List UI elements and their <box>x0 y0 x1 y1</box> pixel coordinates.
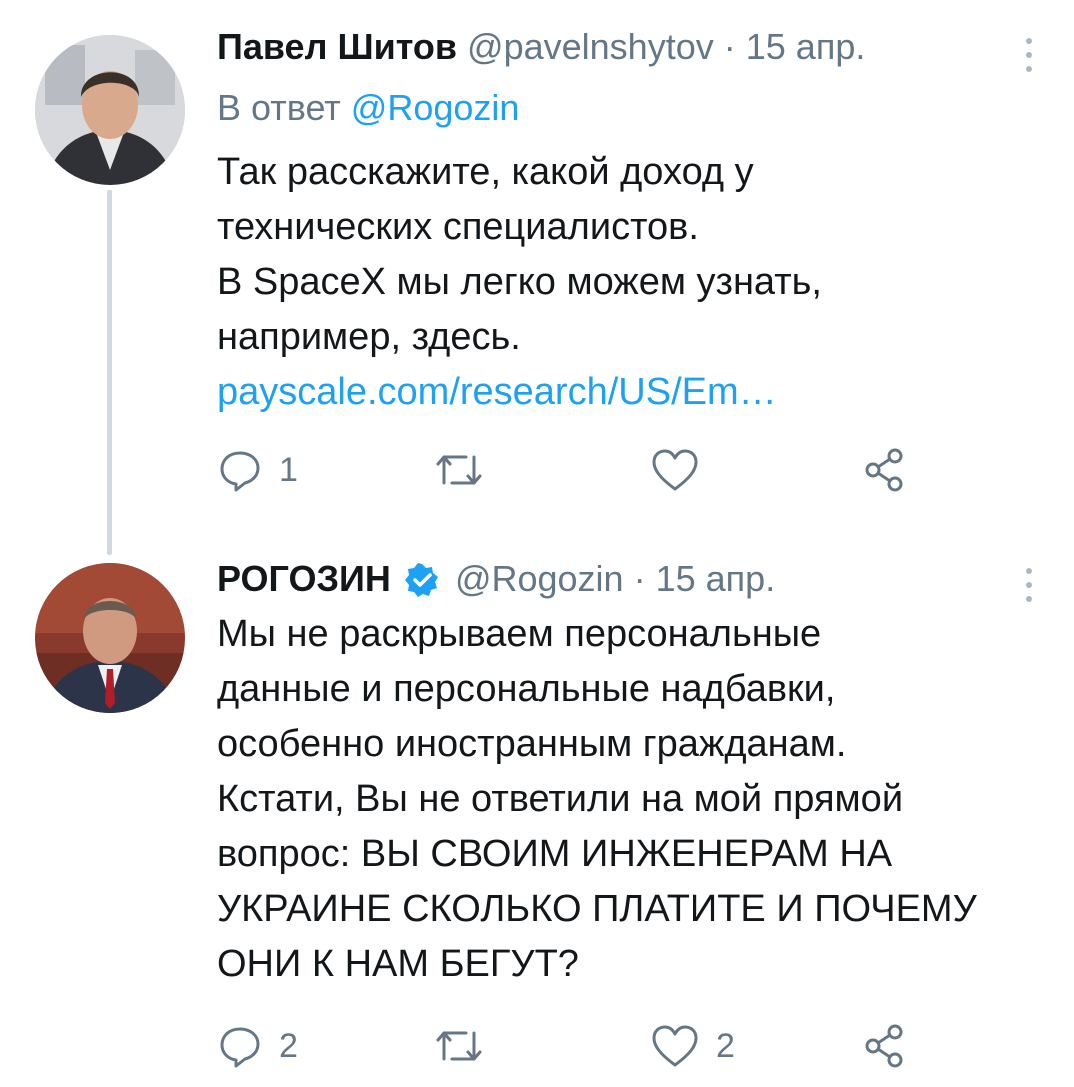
reply-count: 1 <box>279 450 298 489</box>
share-button[interactable] <box>862 1021 908 1071</box>
share-button[interactable] <box>862 445 908 495</box>
retweet-icon <box>436 455 482 485</box>
tweet-text-line: например, здесь. <box>217 316 521 358</box>
tweet-text: Мы не раскрываем персональные данные и п… <box>217 607 1037 992</box>
separator-dot: · <box>723 26 736 67</box>
more-options-button[interactable] <box>1024 38 1034 72</box>
tweet-text-line: данные и персональные надбавки, <box>217 668 836 710</box>
tweet-header: РОГОЗИН @Rogozin · 15 апр. <box>217 557 775 607</box>
retweet-button[interactable] <box>432 1021 502 1071</box>
reply-prefix: В ответ <box>217 87 341 128</box>
reply-count: 2 <box>279 1026 298 1065</box>
retweet-button[interactable] <box>432 445 502 495</box>
handle[interactable]: @pavelnshytov <box>467 26 714 67</box>
like-count: 2 <box>716 1026 735 1065</box>
tweet-date[interactable]: 15 апр. <box>746 26 866 67</box>
tweet-text-line: В SpaceX мы легко можем узнать, <box>217 261 822 303</box>
tweet-text-line: Кстати, Вы не ответили на мой прямой <box>217 778 904 820</box>
more-vertical-icon <box>1026 568 1032 574</box>
tweet-text-line: Мы не раскрываем персональные <box>217 613 822 655</box>
reply-icon <box>220 1027 260 1068</box>
reply-button[interactable]: 2 <box>217 1021 298 1071</box>
tweet-text-line: Так расскажите, какой доход у <box>217 151 754 193</box>
avatar-rogozin[interactable] <box>35 563 185 713</box>
tweet-text-line: ОНИ К НАМ БЕГУТ? <box>217 943 579 985</box>
heart-icon <box>652 449 698 491</box>
tweet-date[interactable]: 15 апр. <box>656 558 776 599</box>
reply-context: В ответ @Rogozin <box>217 86 519 130</box>
separator-dot: · <box>633 558 646 599</box>
tweet-actions: 2 2 <box>217 1021 917 1071</box>
avatar-shitov[interactable] <box>35 35 185 185</box>
verified-badge-icon <box>404 563 439 607</box>
tweet-rogozin[interactable]: РОГОЗИН @Rogozin · 15 апр. Мы не раскрыв… <box>0 540 1074 1087</box>
tweet-actions: 1 <box>217 445 917 495</box>
reply-button[interactable]: 1 <box>217 445 298 495</box>
tweet-text: Так расскажите, какой доход у технически… <box>217 145 1037 420</box>
more-options-button[interactable] <box>1024 568 1034 602</box>
heart-icon <box>652 1025 698 1067</box>
tweet-reply-shitov[interactable]: Павел Шитов @pavelnshytov · 15 апр. В от… <box>0 0 1074 540</box>
retweet-icon <box>436 1031 482 1061</box>
tweet-text-line: вопрос: ВЫ СВОИМ ИНЖЕНЕРАМ НА <box>217 833 893 875</box>
more-vertical-icon <box>1026 38 1032 44</box>
tweet-link[interactable]: payscale.com/research/US/Em… <box>217 365 1037 420</box>
tweet-text-line: особенно иностранным гражданам. <box>217 723 847 765</box>
tweet-text-line: УКРАИНЕ СКОЛЬКО ПЛАТИТЕ И ПОЧЕМУ <box>217 888 977 930</box>
share-icon <box>865 448 903 492</box>
share-icon <box>865 1024 903 1068</box>
like-button[interactable]: 2 <box>650 1021 735 1071</box>
tweet-header: Павел Шитов @pavelnshytov · 15 апр. <box>217 25 865 69</box>
display-name[interactable]: Павел Шитов <box>217 26 457 67</box>
tweet-text-line: технических специалистов. <box>217 206 699 248</box>
like-button[interactable] <box>650 445 716 495</box>
reply-icon <box>220 451 260 492</box>
handle[interactable]: @Rogozin <box>455 558 624 599</box>
reply-mention-link[interactable]: @Rogozin <box>351 87 520 128</box>
display-name[interactable]: РОГОЗИН <box>217 558 391 599</box>
